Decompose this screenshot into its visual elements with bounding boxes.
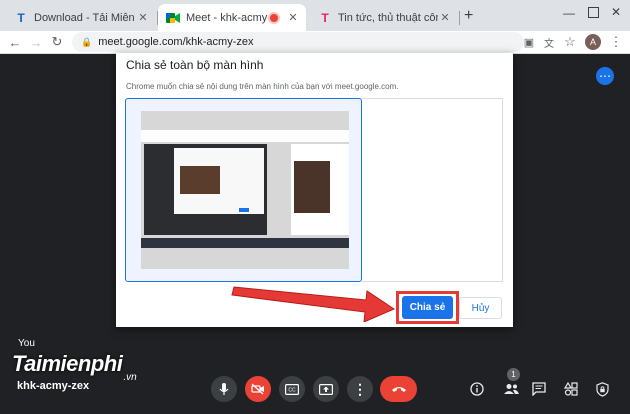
share-button[interactable]: Chia sẻ — [402, 296, 453, 319]
microphone-button[interactable] — [211, 376, 237, 402]
camera-in-use-icon[interactable]: ▣ — [520, 33, 538, 51]
thumb-browser-bar — [141, 130, 349, 142]
meet-favicon-icon — [166, 11, 180, 25]
activities-icon — [564, 382, 578, 396]
shield-lock-icon — [595, 381, 609, 397]
host-controls-button[interactable] — [593, 380, 611, 398]
cancel-button[interactable]: Hủy — [459, 297, 502, 319]
url-text: meet.google.com/khk-acmy-zex — [98, 36, 254, 48]
close-tab-icon[interactable]: ✕ — [136, 11, 150, 24]
screen-thumbnail — [141, 111, 349, 269]
tab-divider — [157, 11, 158, 25]
dialog-title: Chia sẻ toàn bộ màn hình — [126, 58, 264, 72]
activities-button[interactable] — [562, 380, 580, 398]
thumb-photo-2 — [294, 161, 330, 213]
captions-icon: CC — [285, 383, 299, 395]
watermark-suffix: .vn — [123, 372, 137, 383]
leave-call-button[interactable] — [380, 376, 417, 402]
hang-up-icon — [391, 387, 406, 392]
more-options-button[interactable]: ⋮ — [347, 376, 373, 402]
minimize-button[interactable]: — — [563, 6, 575, 20]
watermark-logo-text: Taimienphi — [12, 351, 123, 376]
thumb-taskbar — [141, 238, 349, 248]
tab-title: Meet - khk-acmy-zex — [186, 11, 268, 24]
maximize-button[interactable] — [588, 7, 599, 18]
back-button[interactable]: ← — [6, 33, 24, 51]
new-tab-button[interactable]: + — [464, 8, 473, 24]
self-label: You — [18, 338, 35, 349]
tab-divider — [459, 11, 460, 25]
camera-off-icon — [251, 383, 264, 395]
preview-empty-area — [362, 98, 503, 282]
chrome-menu-icon[interactable]: ⋮ — [607, 33, 625, 51]
meeting-code: khk-acmy-zex — [17, 380, 90, 392]
recording-indicator-icon — [268, 11, 280, 24]
chat-button[interactable] — [530, 380, 548, 398]
people-icon — [503, 384, 519, 394]
browser-tab-strip: T Download - Tải Miễn Phí VN - P ✕ Meet … — [0, 0, 630, 31]
info-icon — [470, 382, 484, 396]
lock-icon: 🔒 — [81, 36, 93, 47]
close-window-button[interactable]: ✕ — [611, 5, 621, 19]
participants-button[interactable] — [502, 380, 520, 398]
tab-news[interactable]: T Tin tức, thủ thuật công nghệ m ✕ — [310, 4, 458, 31]
browser-toolbar: ← → ↻ 🔒 meet.google.com/khk-acmy-zex ▣ 文… — [0, 31, 630, 54]
bookmark-star-icon[interactable]: ☆ — [561, 33, 579, 51]
present-button[interactable] — [313, 376, 339, 402]
translate-icon[interactable]: 文 — [540, 33, 558, 51]
forward-button[interactable]: → — [27, 33, 45, 51]
more-options-icon[interactable]: ⋯ — [596, 67, 614, 85]
reload-button[interactable]: ↻ — [48, 33, 66, 51]
profile-avatar[interactable]: A — [585, 34, 601, 50]
tab-meet[interactable]: Meet - khk-acmy-zex ✕ — [158, 4, 306, 31]
present-screen-icon — [319, 383, 333, 395]
taimienphi-watermark: Taimienphi .vn — [12, 351, 137, 383]
thumb-bottom — [141, 248, 349, 269]
close-tab-icon[interactable]: ✕ — [438, 11, 452, 24]
taimienphi-favicon-icon: T — [17, 10, 25, 25]
tab-title: Tin tức, thủ thuật công nghệ m — [338, 11, 438, 24]
dialog-description: Chrome muốn chia sẻ nội dung trên màn hì… — [126, 82, 399, 91]
address-bar[interactable]: 🔒 meet.google.com/khk-acmy-zex — [72, 32, 524, 52]
thumb-share-button — [239, 208, 249, 212]
close-tab-icon[interactable]: ✕ — [286, 11, 300, 24]
participant-count-badge: 1 — [507, 368, 520, 381]
svg-text:CC: CC — [288, 387, 296, 393]
camera-off-button[interactable] — [245, 376, 271, 402]
meeting-details-button[interactable] — [468, 380, 486, 398]
chat-icon — [532, 382, 546, 396]
tab-download[interactable]: T Download - Tải Miễn Phí VN - P ✕ — [6, 4, 156, 31]
red-arrow-annotation — [231, 286, 396, 322]
thumb-photo — [180, 166, 220, 194]
captions-button[interactable]: CC — [279, 376, 305, 402]
taimienphi-favicon-icon: T — [321, 10, 329, 25]
microphone-icon — [219, 382, 229, 395]
more-vert-icon: ⋮ — [353, 380, 367, 397]
tab-title: Download - Tải Miễn Phí VN - P — [34, 11, 136, 24]
